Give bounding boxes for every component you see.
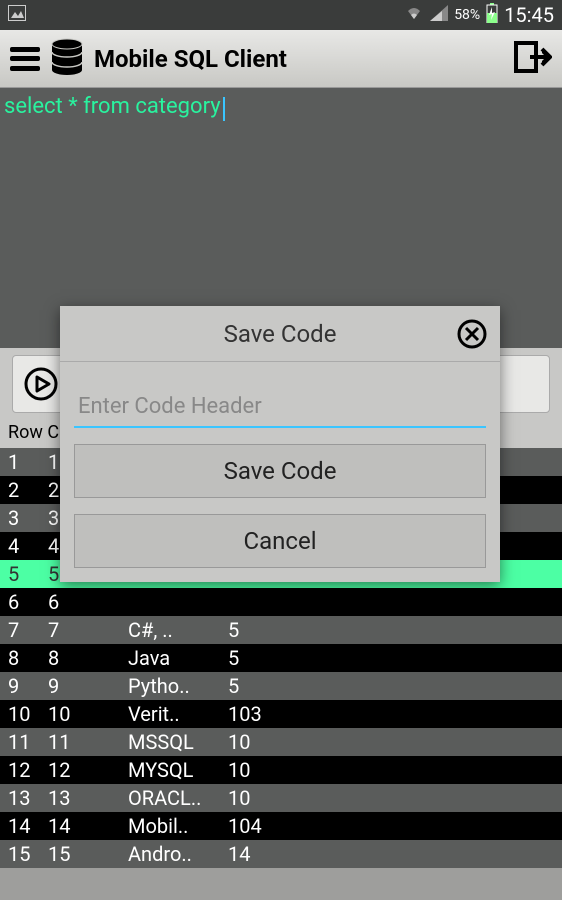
cell-value: 10 [224,756,304,784]
query-text: select * from category [4,94,221,119]
row-number: 7 [4,616,44,644]
row-number: 15 [4,840,44,868]
cancel-button[interactable]: Cancel [74,514,486,568]
cell-value: 14 [224,840,304,868]
wifi-icon [404,5,424,25]
table-row[interactable]: 1313ORACL..10 [0,784,562,812]
cell-id: 14 [44,812,124,840]
cell-name: MYSQL [124,756,224,784]
cell-value: 104 [224,812,304,840]
cell-id: 6 [44,588,124,616]
cell-value: 5 [224,672,304,700]
cell-name: Java [124,644,224,672]
table-row[interactable]: 99Pytho..5 [0,672,562,700]
row-number: 11 [4,728,44,756]
code-header-input[interactable] [74,386,486,428]
battery-percent: 58% [454,7,480,23]
cell-value [224,588,304,616]
status-bar: 58% 15:45 [0,0,562,30]
dialog-title: Save Code [224,320,337,348]
cell-name: C#, .. [124,616,224,644]
cell-name [124,588,224,616]
cell-value: 5 [224,644,304,672]
cell-value: 103 [224,700,304,728]
cell-name: Andro.. [124,840,224,868]
row-number: 8 [4,644,44,672]
cell-name: MSSQL [124,728,224,756]
row-number: 6 [4,588,44,616]
row-number: 2 [4,476,44,504]
cell-name: Verit.. [124,700,224,728]
cell-name: Mobil.. [124,812,224,840]
table-header-label: Row C [4,420,63,448]
gallery-icon [8,5,26,25]
cell-id: 13 [44,784,124,812]
cell-id: 15 [44,840,124,868]
signal-icon [430,5,448,25]
cell-value: 10 [224,784,304,812]
row-number: 12 [4,756,44,784]
cell-id: 11 [44,728,124,756]
dialog-header: Save Code [60,306,500,362]
cell-name: Pytho.. [124,672,224,700]
app-title: Mobile SQL Client [94,45,287,73]
close-icon[interactable] [456,318,488,350]
cell-id: 12 [44,756,124,784]
menu-icon[interactable] [10,47,40,71]
table-row[interactable]: 1010Verit..103 [0,700,562,728]
table-row[interactable]: 1111MSSQL10 [0,728,562,756]
table-row[interactable]: 66 [0,588,562,616]
row-number: 10 [4,700,44,728]
app-header: Mobile SQL Client [0,30,562,88]
cell-value: 5 [224,616,304,644]
row-number: 9 [4,672,44,700]
row-number: 1 [4,448,44,476]
table-row[interactable]: 1515Andro..14 [0,840,562,868]
bottom-nav-bar [0,868,562,900]
cell-id: 8 [44,644,124,672]
cell-name: ORACL.. [124,784,224,812]
row-number: 13 [4,784,44,812]
text-cursor [223,97,225,121]
table-row[interactable]: 1414Mobil..104 [0,812,562,840]
row-number: 3 [4,504,44,532]
table-row[interactable]: 77C#, ..5 [0,616,562,644]
row-number: 5 [4,560,44,588]
cell-id: 7 [44,616,124,644]
cell-id: 10 [44,700,124,728]
exit-icon[interactable] [512,37,552,81]
status-time: 15:45 [504,3,554,27]
cell-value: 10 [224,728,304,756]
row-number: 4 [4,532,44,560]
table-row[interactable]: 88Java5 [0,644,562,672]
database-icon[interactable] [50,38,84,80]
table-row[interactable]: 1212MYSQL10 [0,756,562,784]
save-code-dialog: Save Code Save Code Cancel [60,306,500,582]
cell-id: 9 [44,672,124,700]
battery-icon [486,3,498,27]
save-code-button[interactable]: Save Code [74,444,486,498]
row-number: 14 [4,812,44,840]
